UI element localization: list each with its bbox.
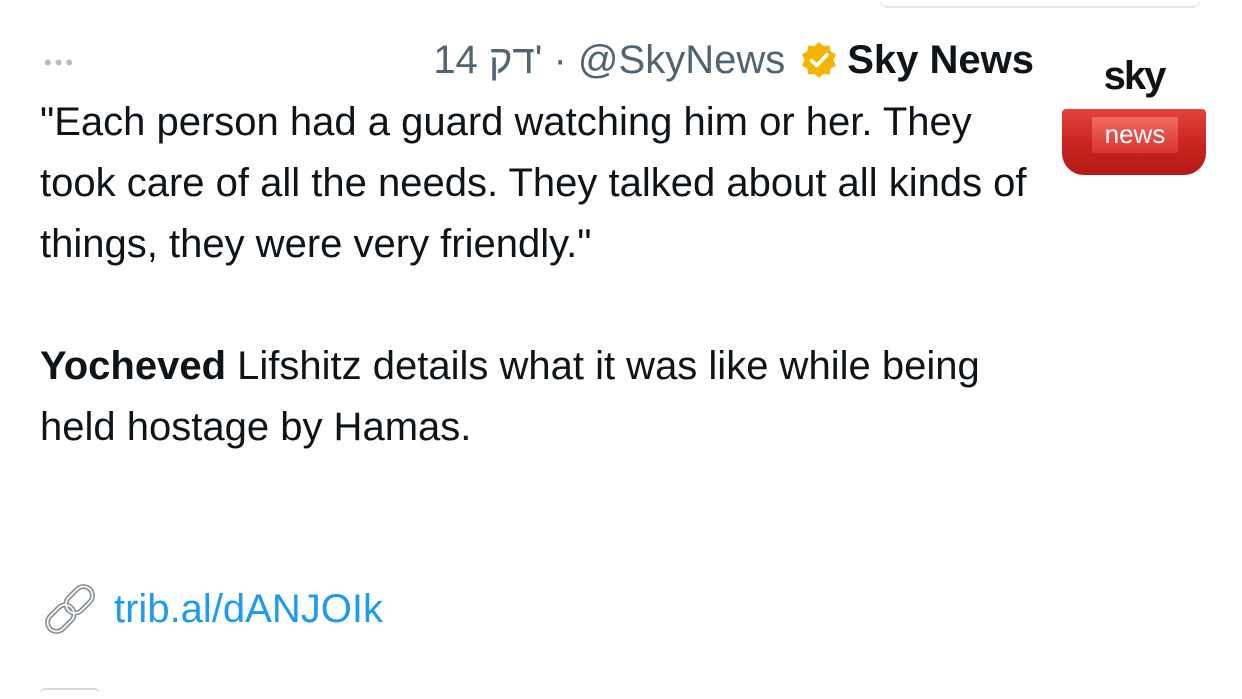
tweet-body: "Each person had a guard watching him or… bbox=[40, 92, 1050, 458]
separator-dot: · bbox=[553, 37, 567, 82]
avatar-logo-bottom: news bbox=[1092, 117, 1178, 153]
ellipsis-icon[interactable]: ••• bbox=[44, 52, 76, 74]
tweet-link[interactable]: trib.al/dANJOIk bbox=[114, 587, 383, 632]
next-card-edge bbox=[40, 688, 100, 698]
tweet-detail: Yocheved Lifshitz details what it was li… bbox=[40, 336, 1050, 458]
author-handle[interactable]: @SkyNews bbox=[578, 38, 785, 83]
verified-badge-icon bbox=[802, 42, 837, 78]
author-name[interactable]: Sky News bbox=[847, 38, 1034, 83]
avatar-logo-top: sky bbox=[1103, 54, 1167, 98]
avatar-logo-tab: news bbox=[1062, 109, 1206, 175]
author-avatar[interactable]: sky news bbox=[1062, 52, 1206, 178]
detail-name: Yocheved bbox=[40, 344, 226, 388]
tweet-link-row: trib.al/dANJOIk bbox=[40, 581, 383, 637]
previous-card-edge bbox=[880, 0, 1200, 8]
tweet-header: 14 דק' · @SkyNews Sky News bbox=[433, 36, 1034, 84]
tweet-quote: "Each person had a guard watching him or… bbox=[40, 100, 1027, 266]
link-icon bbox=[45, 584, 95, 634]
tweet-time[interactable]: 14 דק' bbox=[433, 38, 542, 83]
